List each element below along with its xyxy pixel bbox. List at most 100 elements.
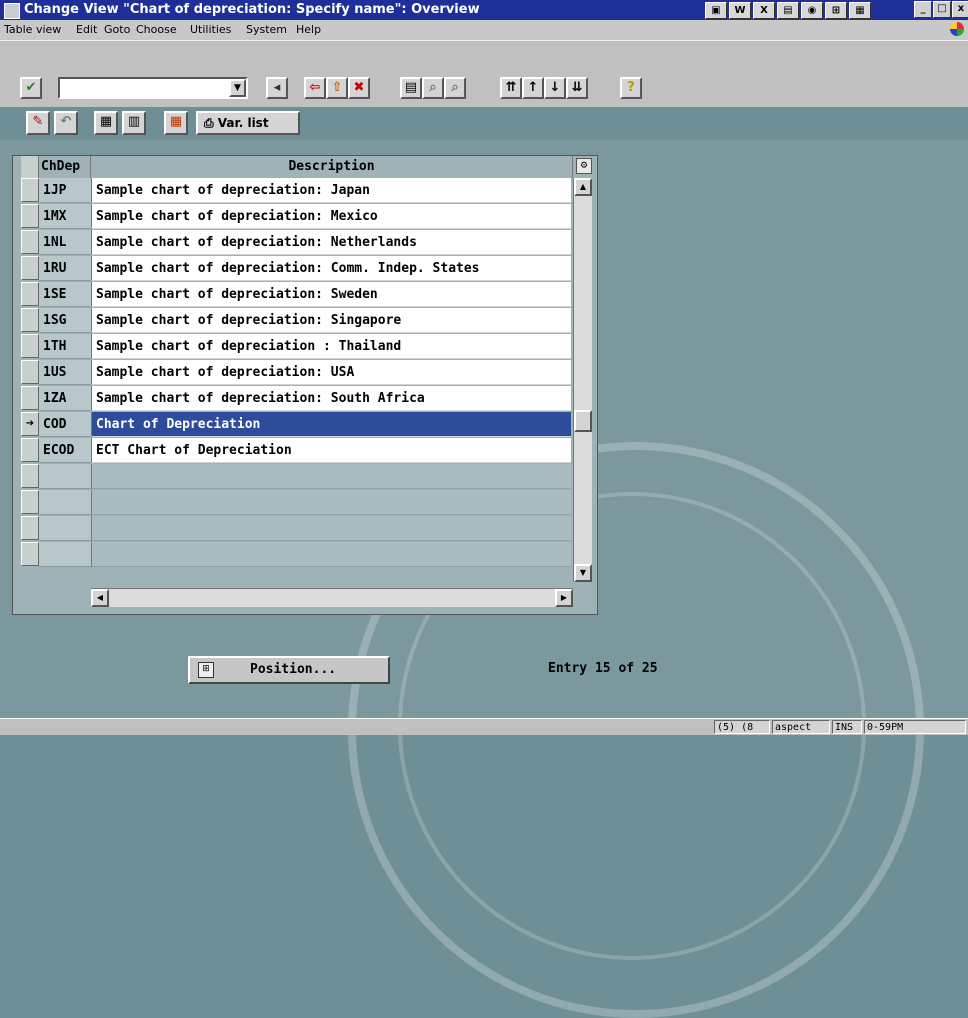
previous-page-icon[interactable]: ↑ — [522, 77, 544, 99]
menu-goto[interactable]: Goto — [104, 23, 130, 36]
table-row-empty[interactable] — [13, 490, 597, 516]
column-header-description[interactable]: Description — [91, 156, 573, 178]
find-next-icon[interactable]: ⌕ — [444, 77, 466, 99]
cancel-icon[interactable]: ✖ — [348, 77, 370, 99]
row-selector[interactable] — [21, 334, 39, 358]
app-icon[interactable] — [4, 3, 20, 19]
description-cell[interactable]: Sample chart of depreciation: Comm. Inde… — [91, 256, 571, 281]
table-row[interactable]: 1US Sample chart of depreciation: USA — [13, 360, 597, 386]
excel-icon[interactable]: X — [753, 2, 775, 19]
row-selector[interactable] — [21, 542, 39, 566]
row-selector[interactable] — [21, 178, 39, 202]
help-icon[interactable]: ? — [620, 77, 642, 99]
table-row[interactable]: 1SG Sample chart of depreciation: Singap… — [13, 308, 597, 334]
table-row-selected[interactable]: ➔ COD Chart of Depreciation — [13, 412, 597, 438]
row-selector[interactable] — [21, 256, 39, 280]
table-row[interactable]: 1SE Sample chart of depreciation: Sweden — [13, 282, 597, 308]
menu-utilities[interactable]: Utilities — [190, 23, 231, 36]
chdep-cell-empty[interactable] — [39, 516, 91, 541]
row-selector[interactable] — [21, 438, 39, 462]
circle-icon[interactable]: ◉ — [801, 2, 823, 19]
var-list-button[interactable]: ⎙ Var. list — [196, 111, 300, 135]
command-field[interactable] — [58, 77, 248, 99]
next-page-icon[interactable]: ↓ — [544, 77, 566, 99]
description-cell[interactable]: ECT Chart of Depreciation — [91, 438, 571, 463]
change-display-icon[interactable]: ✎ — [26, 111, 50, 135]
last-page-icon[interactable]: ⇊ — [566, 77, 588, 99]
enter-check-icon[interactable]: ✔ — [20, 77, 42, 99]
select-all-header[interactable] — [21, 156, 39, 178]
row-selector[interactable] — [21, 204, 39, 228]
description-cell[interactable]: Sample chart of depreciation: Netherland… — [91, 230, 571, 255]
title-tool-1-icon[interactable]: ▣ — [705, 2, 727, 19]
row-selector[interactable] — [21, 308, 39, 332]
row-selector[interactable] — [21, 464, 39, 488]
description-cell[interactable]: Sample chart of depreciation: USA — [91, 360, 571, 385]
scroll-down-icon[interactable]: ▼ — [574, 564, 592, 582]
chdep-cell-empty[interactable] — [39, 490, 91, 515]
table-row[interactable]: 1TH Sample chart of depreciation : Thail… — [13, 334, 597, 360]
first-page-icon[interactable]: ⇈ — [500, 77, 522, 99]
row-selector[interactable] — [21, 360, 39, 384]
word-icon[interactable]: W — [729, 2, 751, 19]
table-row-empty[interactable] — [13, 464, 597, 490]
position-button[interactable]: ⊞ Position... — [188, 656, 390, 684]
scroll-up-icon[interactable]: ▲ — [574, 178, 592, 196]
column-header-chdep[interactable]: ChDep — [39, 156, 91, 178]
table-row-empty[interactable] — [13, 516, 597, 542]
status-field-insert-mode[interactable]: INS — [832, 720, 862, 734]
select-block-icon[interactable]: ▥ — [122, 111, 146, 135]
menu-edit[interactable]: Edit — [76, 23, 97, 36]
description-cell-empty[interactable] — [91, 516, 571, 541]
deselect-all-icon[interactable]: ▦ — [164, 111, 188, 135]
undo-icon[interactable]: ↶ — [54, 111, 78, 135]
find-icon[interactable]: ⌕ — [422, 77, 444, 99]
window-icon[interactable]: ▤ — [777, 2, 799, 19]
description-cell-empty[interactable] — [91, 490, 571, 515]
table-row[interactable]: ECOD ECT Chart of Depreciation — [13, 438, 597, 464]
description-cell[interactable]: Chart of Depreciation — [91, 412, 571, 437]
maximize-button[interactable]: □ — [933, 1, 951, 18]
table-icon[interactable]: ▦ — [849, 2, 871, 19]
description-cell[interactable]: Sample chart of depreciation: Sweden — [91, 282, 571, 307]
table-row[interactable]: 1MX Sample chart of depreciation: Mexico — [13, 204, 597, 230]
print-icon[interactable]: ▤ — [400, 77, 422, 99]
scroll-left-icon[interactable]: ◀ — [91, 589, 109, 607]
description-cell-empty[interactable] — [91, 464, 571, 489]
chdep-cell-empty[interactable] — [39, 542, 91, 567]
table-row[interactable]: 1NL Sample chart of depreciation: Nether… — [13, 230, 597, 256]
table-row[interactable]: 1JP Sample chart of depreciation: Japan — [13, 178, 597, 204]
save-icon[interactable]: ◂ — [266, 77, 288, 99]
table-row[interactable]: 1ZA Sample chart of depreciation: South … — [13, 386, 597, 412]
menu-help[interactable]: Help — [296, 23, 321, 36]
menu-choose[interactable]: Choose — [136, 23, 177, 36]
horizontal-scrollbar[interactable]: ◀ ▶ — [91, 588, 573, 607]
row-selector-current-icon[interactable]: ➔ — [21, 412, 39, 436]
column-settings-icon[interactable]: ⚙ — [576, 158, 592, 174]
table-row[interactable]: 1RU Sample chart of depreciation: Comm. … — [13, 256, 597, 282]
row-selector[interactable] — [21, 490, 39, 514]
chdep-cell-empty[interactable] — [39, 464, 91, 489]
description-cell[interactable]: Sample chart of depreciation: Singapore — [91, 308, 571, 333]
description-cell[interactable]: Sample chart of depreciation: South Afri… — [91, 386, 571, 411]
scroll-thumb[interactable] — [574, 410, 592, 432]
table-row-empty[interactable] — [13, 542, 597, 567]
exit-icon[interactable]: ⇧ — [326, 77, 348, 99]
close-button[interactable]: x — [952, 1, 968, 18]
back-icon[interactable]: ⇦ — [304, 77, 326, 99]
command-dropdown-icon[interactable]: ▼ — [229, 79, 246, 97]
description-cell[interactable]: Sample chart of depreciation : Thailand — [91, 334, 571, 359]
menu-table-view[interactable]: Table view — [4, 23, 61, 36]
description-cell[interactable]: Sample chart of depreciation: Japan — [91, 178, 571, 203]
menu-system[interactable]: System — [246, 23, 287, 36]
row-selector[interactable] — [21, 230, 39, 254]
scroll-right-icon[interactable]: ▶ — [555, 589, 573, 607]
description-cell[interactable]: Sample chart of depreciation: Mexico — [91, 204, 571, 229]
vertical-scrollbar[interactable]: ▲ ▼ — [573, 178, 592, 582]
row-selector[interactable] — [21, 516, 39, 540]
description-cell-empty[interactable] — [91, 542, 571, 567]
row-selector[interactable] — [21, 282, 39, 306]
minimize-button[interactable]: _ — [914, 1, 932, 18]
grid-icon[interactable]: ⊞ — [825, 2, 847, 19]
select-all-icon[interactable]: ▦ — [94, 111, 118, 135]
